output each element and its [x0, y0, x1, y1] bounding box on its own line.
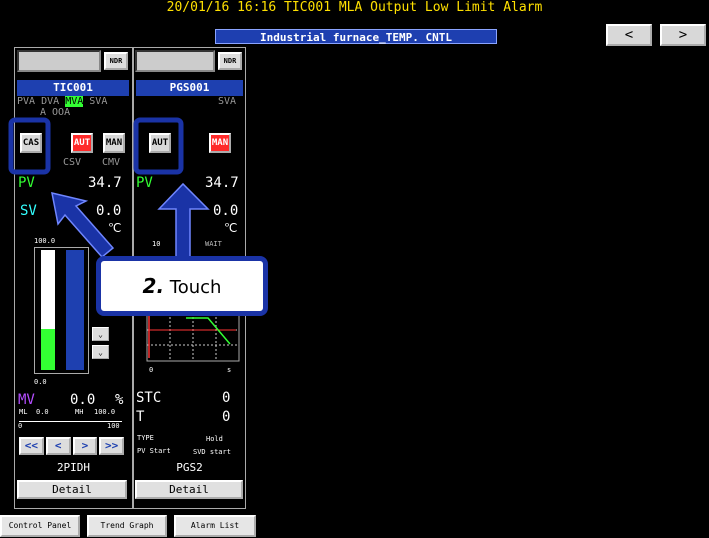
callout-text: Touch [169, 277, 222, 298]
arrow-to-aut-icon [157, 182, 210, 265]
cas-highlight [8, 117, 51, 175]
aut-highlight [133, 117, 184, 175]
tab-trend-graph[interactable]: Trend Graph [87, 515, 167, 537]
tab-control-panel[interactable]: Control Panel [0, 515, 80, 537]
callout-step: 2. [142, 274, 165, 298]
tab-alarm-list[interactable]: Alarm List [174, 515, 256, 537]
arrow-to-cas-icon [51, 192, 115, 259]
touch-callout: 2. Touch [96, 256, 268, 316]
